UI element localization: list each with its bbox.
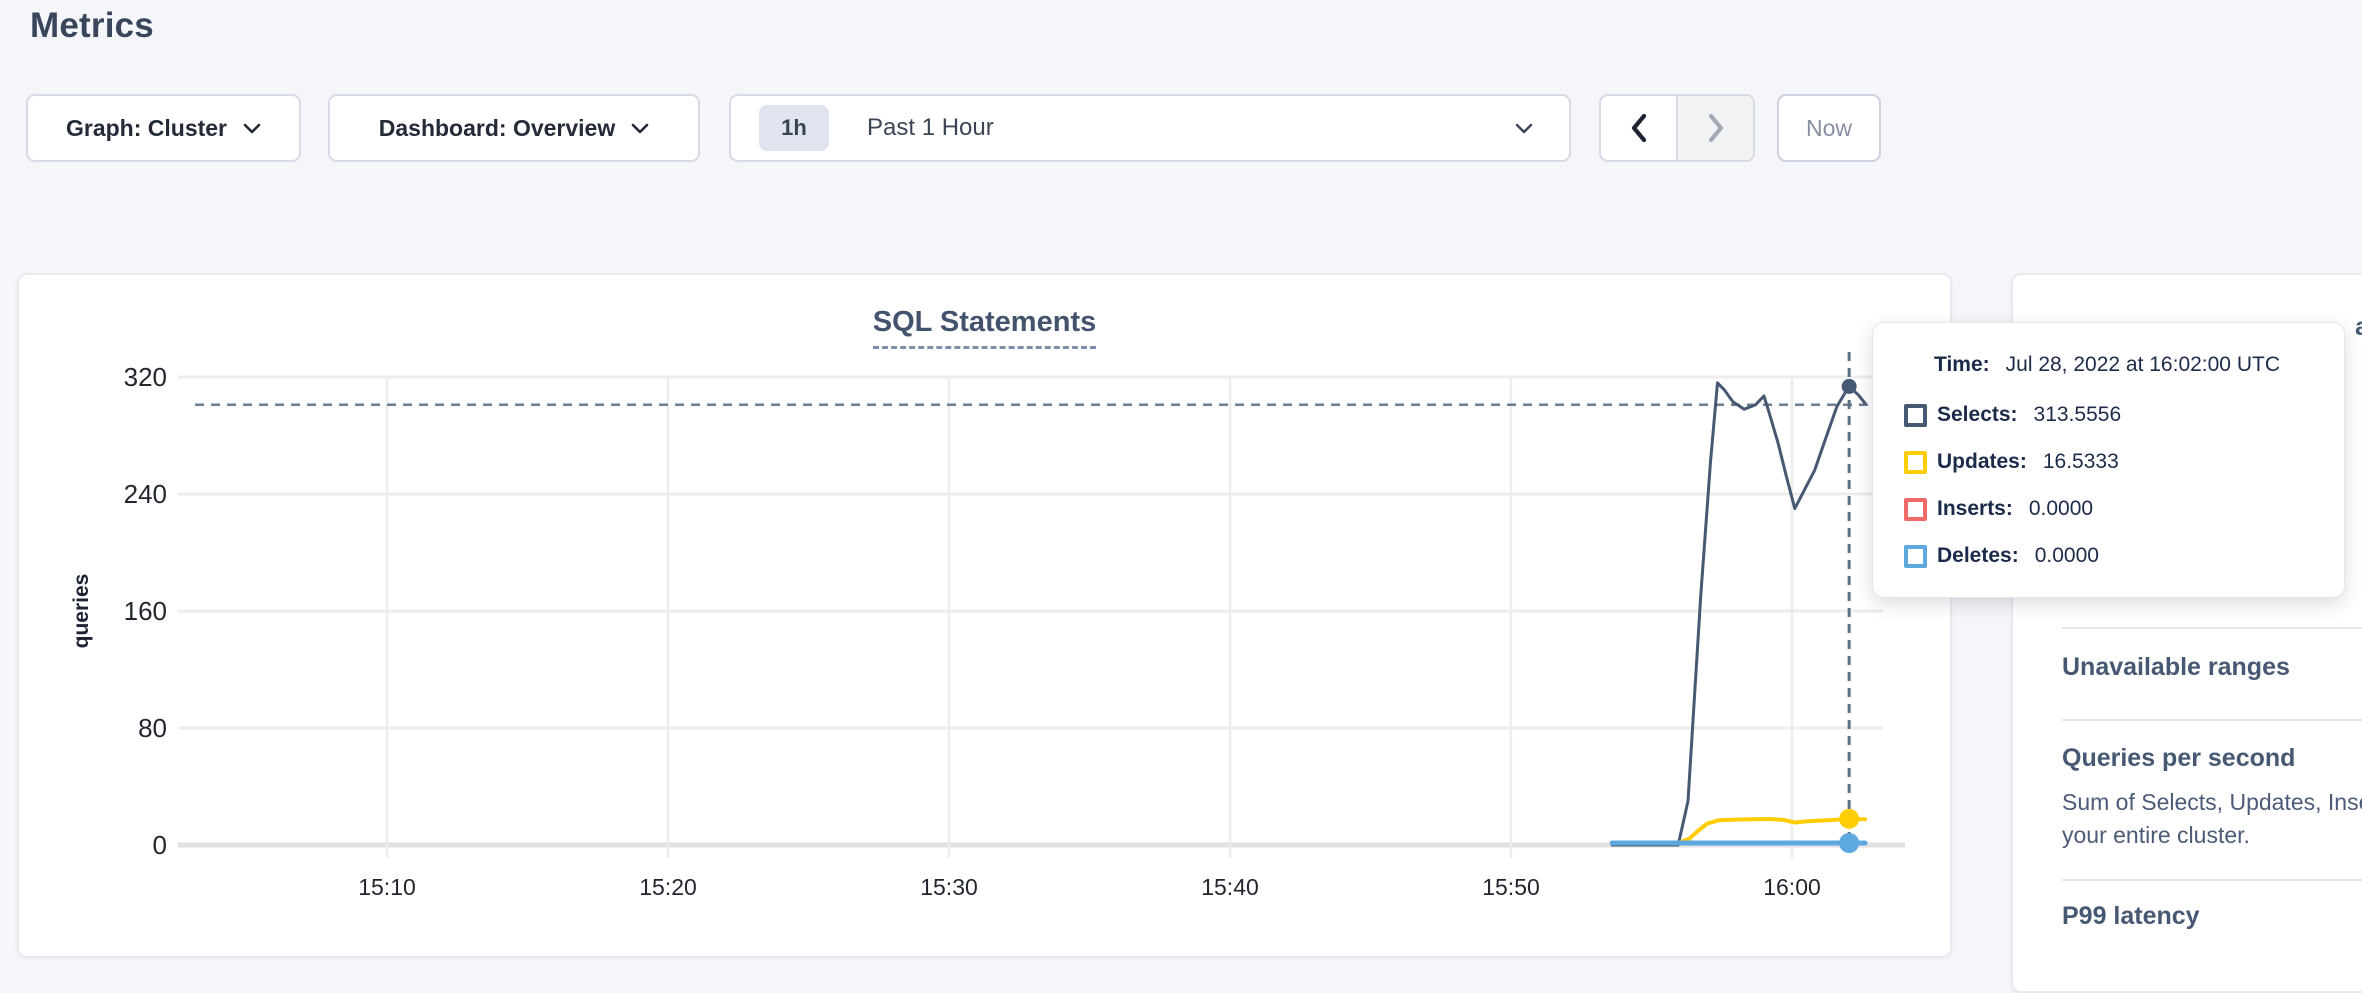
tooltip-selects-row: Selects: 313.5556	[1904, 403, 2121, 427]
sidebar-heading-unavailable-ranges: Unavailable ranges	[2062, 653, 2290, 682]
tooltip-updates-row: Updates: 16.5333	[1904, 450, 2119, 474]
chevron-right-icon	[1708, 113, 1724, 143]
sidebar-divider	[2062, 879, 2362, 881]
time-window-badge: 1h	[759, 105, 829, 151]
updates-color-swatch	[1904, 451, 1927, 474]
chevron-down-icon	[1515, 123, 1533, 134]
tooltip-selects-value: 313.5556	[2034, 403, 2122, 427]
tooltip-deletes-value: 0.0000	[2035, 544, 2099, 568]
sql-statements-card	[17, 273, 1952, 958]
chart-title-wrap: SQL Statements	[17, 306, 1952, 349]
sidebar-heading-p99-latency: P99 latency	[2062, 902, 2200, 931]
time-prev-button[interactable]	[1601, 96, 1676, 160]
chart-tooltip: Time: Jul 28, 2022 at 16:02:00 UTC Selec…	[1872, 322, 2345, 598]
tooltip-time-label: Time:	[1934, 353, 1990, 377]
inserts-color-swatch	[1904, 498, 1927, 521]
sidebar-body-line: Sum of Selects, Updates, Inser	[2062, 789, 2362, 816]
tooltip-deletes-label: Deletes:	[1937, 544, 2019, 568]
sidebar-divider	[2062, 719, 2362, 721]
time-window-label: Past 1 Hour	[867, 114, 1499, 142]
graph-dropdown[interactable]: Graph: Cluster	[26, 94, 301, 162]
sidebar-divider	[2062, 627, 2362, 629]
tooltip-updates-value: 16.5333	[2043, 450, 2119, 474]
tooltip-time-row: Time: Jul 28, 2022 at 16:02:00 UTC	[1934, 353, 2280, 377]
chevron-left-icon	[1631, 113, 1647, 143]
time-window-select[interactable]: 1h Past 1 Hour	[729, 94, 1571, 162]
time-next-button[interactable]	[1676, 96, 1753, 160]
chevron-down-icon	[243, 123, 261, 134]
page-title: Metrics	[30, 6, 154, 46]
clipped-text-fragment: a	[2355, 313, 2362, 342]
sidebar-heading-queries-per-second: Queries per second	[2062, 744, 2295, 773]
tooltip-inserts-row: Inserts: 0.0000	[1904, 497, 2093, 521]
tooltip-selects-label: Selects:	[1937, 403, 2018, 427]
now-button[interactable]: Now	[1777, 94, 1881, 162]
tooltip-inserts-value: 0.0000	[2029, 497, 2093, 521]
deletes-color-swatch	[1904, 545, 1927, 568]
chevron-down-icon	[631, 123, 649, 134]
tooltip-inserts-label: Inserts:	[1937, 497, 2013, 521]
tooltip-deletes-row: Deletes: 0.0000	[1904, 544, 2099, 568]
dashboard-dropdown-label: Dashboard: Overview	[379, 115, 615, 142]
sidebar-body-line: your entire cluster.	[2062, 822, 2250, 849]
selects-color-swatch	[1904, 404, 1927, 427]
dashboard-dropdown[interactable]: Dashboard: Overview	[328, 94, 700, 162]
chart-title[interactable]: SQL Statements	[873, 306, 1096, 349]
graph-dropdown-label: Graph: Cluster	[66, 115, 227, 142]
time-pager	[1599, 94, 1755, 162]
now-button-label: Now	[1806, 115, 1852, 142]
tooltip-updates-label: Updates:	[1937, 450, 2027, 474]
tooltip-time-value: Jul 28, 2022 at 16:02:00 UTC	[2006, 353, 2280, 377]
